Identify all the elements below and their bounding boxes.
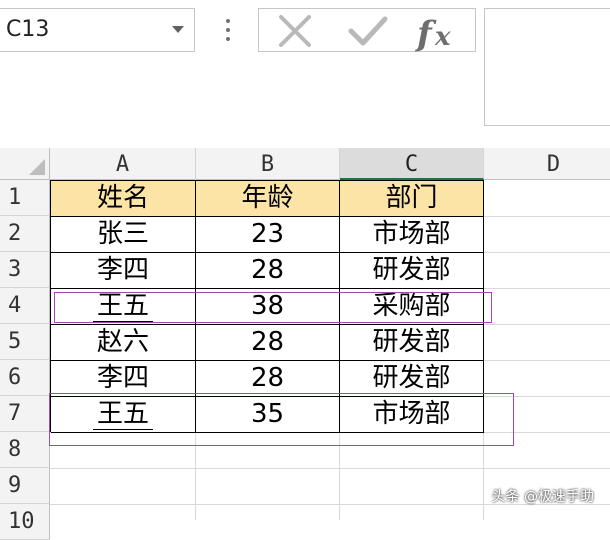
- formula-bar-grip-icon[interactable]: [224, 16, 232, 44]
- row-header-5[interactable]: 5: [0, 324, 50, 360]
- svg-text:f: f: [415, 14, 437, 53]
- cell-c5[interactable]: 研发部: [340, 325, 484, 361]
- row-header-10[interactable]: 10: [0, 504, 50, 540]
- row-header-1[interactable]: 1: [0, 180, 50, 216]
- cell-c1[interactable]: 部门: [340, 181, 484, 217]
- column-header-d[interactable]: D: [484, 148, 610, 180]
- row-header-4[interactable]: 4: [0, 288, 50, 324]
- column-header-a[interactable]: A: [50, 148, 196, 180]
- column-header-b[interactable]: B: [196, 148, 340, 180]
- column-header-c[interactable]: C: [340, 148, 484, 180]
- row-header-8[interactable]: 8: [0, 432, 50, 468]
- row-7-highlight-box: [49, 393, 514, 446]
- insert-function-icon[interactable]: f x: [413, 13, 457, 54]
- cell-b1[interactable]: 年龄: [196, 181, 340, 217]
- cell-c3[interactable]: 研发部: [340, 253, 484, 289]
- row-4-highlight-box: [54, 292, 492, 323]
- name-box-value[interactable]: C13: [6, 17, 49, 42]
- row-header-2[interactable]: 2: [0, 216, 50, 252]
- svg-text:x: x: [434, 22, 451, 52]
- enter-check-icon[interactable]: [345, 13, 389, 49]
- cell-c6[interactable]: 研发部: [340, 361, 484, 397]
- cell-a2[interactable]: 张三: [51, 217, 196, 253]
- select-all-corner[interactable]: [0, 148, 50, 180]
- watermark-text: 头条 @极速手助: [491, 489, 594, 505]
- cell-a5[interactable]: 赵六: [51, 325, 196, 361]
- formula-input[interactable]: [484, 8, 610, 126]
- spreadsheet-grid: A B C D 1 2 3 4 5 6 7 8 9 10 姓名 年龄 部门 张三…: [0, 148, 610, 540]
- row-header-7[interactable]: 7: [0, 396, 50, 432]
- row-header-9[interactable]: 9: [0, 468, 50, 504]
- cell-a3[interactable]: 李四: [51, 253, 196, 289]
- cell-b5[interactable]: 28: [196, 325, 340, 361]
- cancel-icon[interactable]: [273, 13, 317, 49]
- cell-b6[interactable]: 28: [196, 361, 340, 397]
- cell-b2[interactable]: 23: [196, 217, 340, 253]
- name-box[interactable]: C13: [0, 8, 195, 52]
- cell-a1[interactable]: 姓名: [51, 181, 196, 217]
- formula-buttons: f x: [258, 8, 476, 54]
- name-box-dropdown-icon[interactable]: [172, 26, 184, 33]
- row-header-3[interactable]: 3: [0, 252, 50, 288]
- cell-b3[interactable]: 28: [196, 253, 340, 289]
- cell-c2[interactable]: 市场部: [340, 217, 484, 253]
- cell-a6[interactable]: 李四: [51, 361, 196, 397]
- row-header-6[interactable]: 6: [0, 360, 50, 396]
